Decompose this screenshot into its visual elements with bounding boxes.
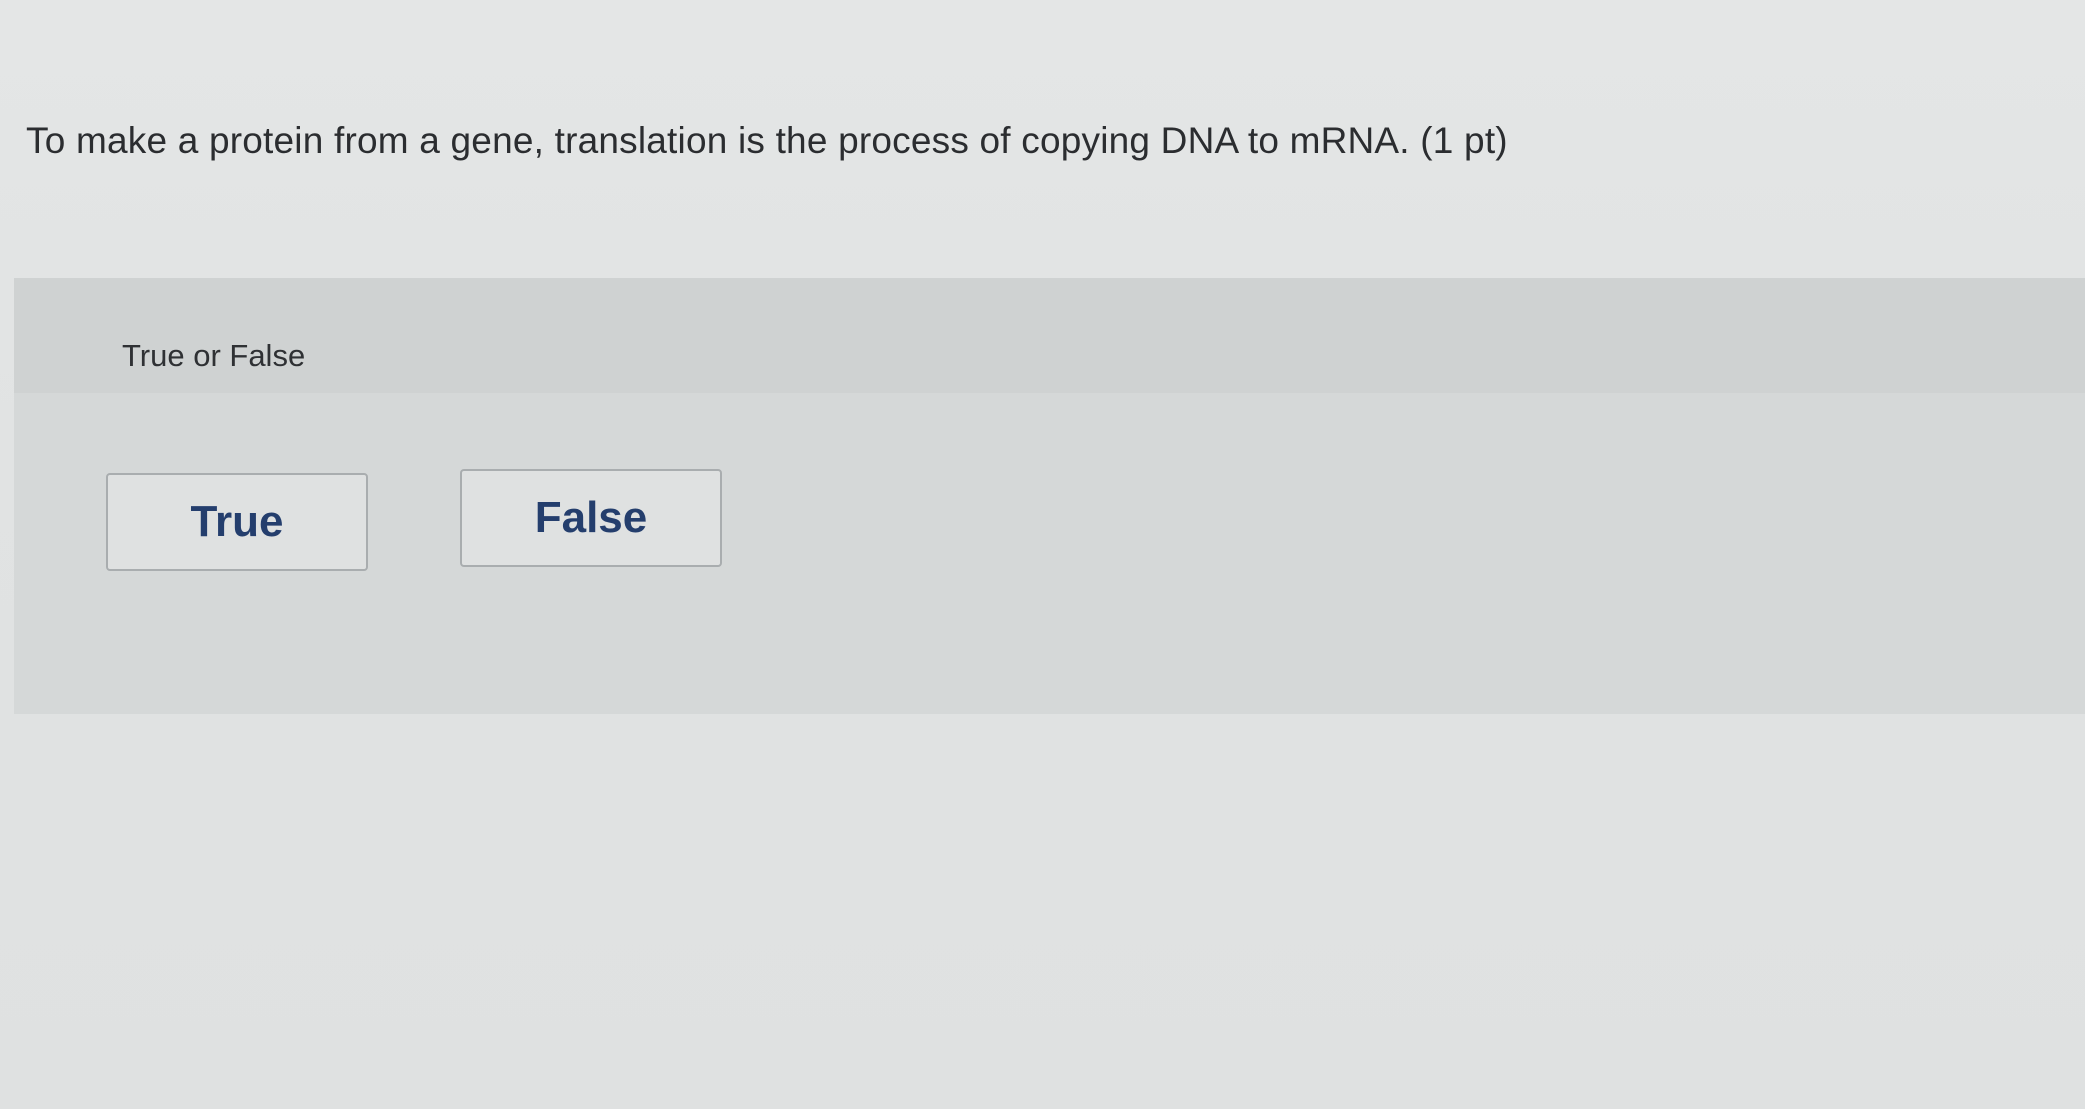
false-button[interactable]: False	[460, 469, 722, 567]
prompt-band	[14, 278, 2085, 393]
true-button[interactable]: True	[106, 473, 368, 571]
question-text: To make a protein from a gene, translati…	[26, 120, 1508, 161]
answer-panel: True or False True False	[14, 278, 2085, 714]
true-or-false-label: True or False	[122, 338, 306, 373]
